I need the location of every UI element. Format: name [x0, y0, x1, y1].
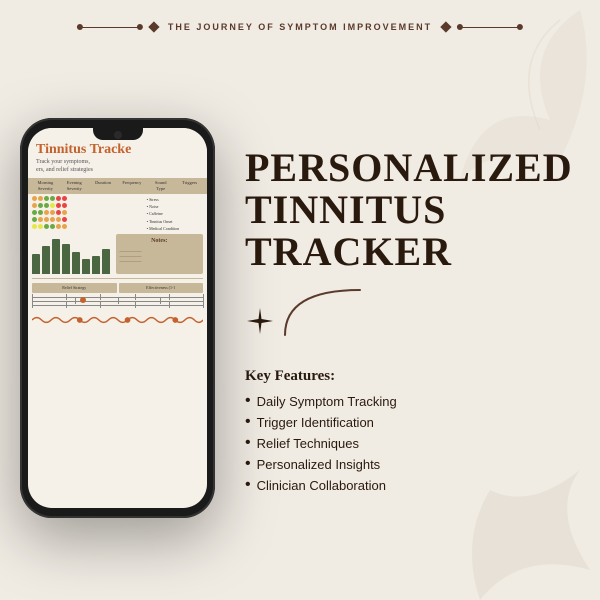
- info-area: • Stress • Noise • Caffeine • Tinnitus O…: [28, 194, 207, 232]
- col-triggers: Triggers: [176, 180, 203, 192]
- dots-row-3: [32, 210, 145, 215]
- wave-svg: [32, 313, 203, 327]
- features-list: Daily Symptom Tracking Trigger Identific…: [245, 393, 397, 493]
- list-item-1: Daily Symptom Tracking: [245, 393, 397, 409]
- bar-8: [102, 249, 110, 274]
- col-morning: MorningSeverity: [32, 180, 59, 192]
- list-item-3: Relief Techniques: [245, 435, 397, 451]
- screen-footer-wave: [28, 311, 207, 336]
- list-item-2: Trigger Identification: [245, 414, 397, 430]
- banner-diamond-right: [440, 21, 451, 32]
- right-content: PERSONALIZED TINNITUS TRACKER Key Featur…: [245, 137, 580, 498]
- key-features-section: Key Features: Daily Symptom Tracking Tri…: [245, 368, 397, 498]
- banner-text: THE JOURNEY OF SYMPTOM IMPROVEMENT: [168, 22, 432, 32]
- sparkle-decoration: [245, 293, 360, 348]
- col-duration: Duration: [90, 180, 117, 192]
- bar-7: [92, 256, 100, 274]
- scale-marker: [80, 297, 86, 303]
- list-item-5: Clinician Collaboration: [245, 477, 397, 493]
- phone-mockup: Tinnitus Tracke Track your symptoms, ers…: [20, 118, 215, 518]
- scale-line-3: [32, 305, 203, 306]
- phone-outer: Tinnitus Tracke Track your symptoms, ers…: [20, 118, 215, 518]
- col-frequency: Frequency: [118, 180, 145, 192]
- chart-notes-area: Notes: _________________________________: [28, 232, 207, 276]
- screen-subtitle: Track your symptoms, ers, and relief str…: [36, 158, 199, 175]
- scale-line-2: [32, 301, 203, 302]
- sparkle-icon: [245, 306, 275, 336]
- dots-area: [32, 196, 145, 232]
- notes-box: Notes: _________________________________: [116, 234, 204, 274]
- dots-row-1: [32, 196, 145, 201]
- key-features-heading: Key Features:: [245, 368, 397, 385]
- col-sound: SoundType: [147, 180, 174, 192]
- banner-diamond: [148, 21, 159, 32]
- notes-content: _________________________________: [120, 247, 200, 262]
- scale-lines: [28, 295, 207, 311]
- arc-decoration: [280, 285, 365, 340]
- effectiveness-cell: Effectiveness (1-1: [119, 283, 204, 293]
- dots-row-5: [32, 224, 145, 229]
- phone-camera: [114, 131, 122, 139]
- bar-2: [42, 246, 50, 274]
- bar-chart: [32, 234, 112, 274]
- relief-row: Relief Strategy Effectiveness (1-1: [28, 281, 207, 295]
- screen-divider: [32, 278, 203, 279]
- side-list: • Stress • Noise • Caffeine • Tinnitus O…: [147, 196, 203, 232]
- top-banner: THE JOURNEY OF SYMPTOM IMPROVEMENT: [80, 22, 520, 32]
- phone-screen: Tinnitus Tracke Track your symptoms, ers…: [28, 128, 207, 508]
- list-item-4: Personalized Insights: [245, 456, 397, 472]
- screen-app-title: Tinnitus Tracke: [36, 142, 199, 158]
- banner-line-right: [460, 27, 520, 28]
- relief-strategy-cell: Relief Strategy: [32, 283, 117, 293]
- bar-6: [82, 259, 90, 274]
- bar-3: [52, 239, 60, 274]
- dots-row-4: [32, 217, 145, 222]
- bar-1: [32, 254, 40, 274]
- screen-table-header: MorningSeverity EveningSeverity Duration…: [28, 178, 207, 194]
- notes-label: Notes:: [120, 238, 200, 244]
- col-evening: EveningSeverity: [61, 180, 88, 192]
- main-title: PERSONALIZED TINNITUS TRACKER: [245, 147, 573, 273]
- main-layout: Tinnitus Tracke Track your symptoms, ers…: [0, 55, 600, 580]
- banner-line-left: [80, 27, 140, 28]
- bar-4: [62, 244, 70, 274]
- dots-row-2: [32, 203, 145, 208]
- bar-5: [72, 252, 80, 274]
